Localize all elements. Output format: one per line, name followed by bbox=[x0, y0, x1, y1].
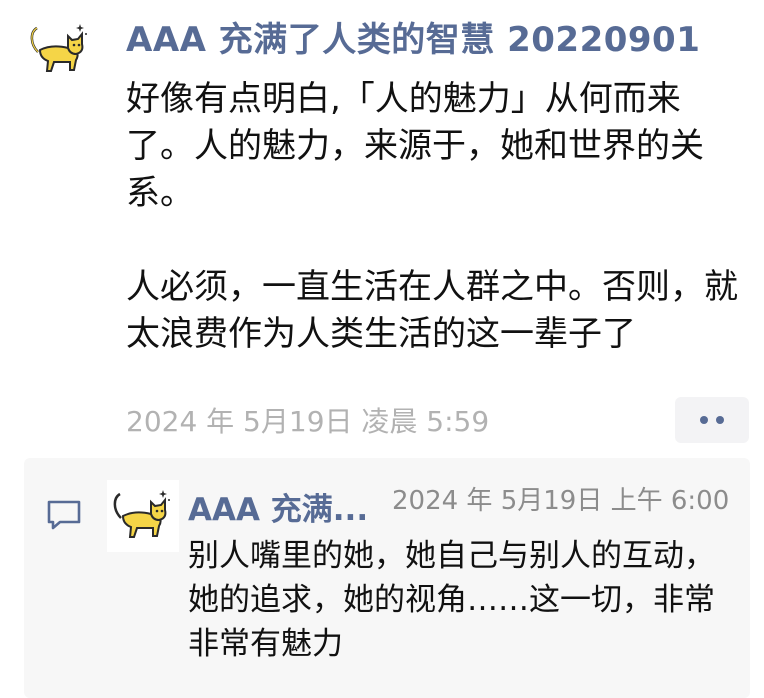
cat-icon bbox=[113, 490, 170, 538]
post-paragraph: 人必须，一直生活在人群之中。否则，就太浪费作为人类生活的这一辈子了 bbox=[126, 267, 738, 354]
author-name[interactable]: AAA 充满了人类的智慧 20220901 bbox=[126, 12, 700, 61]
comment-time: 2024 年 5月19日 上午 6:00 bbox=[392, 486, 730, 516]
moment-post: AAA 充满了人类的智慧 20220901 好像有点明白,「人的魅力」从何而来了… bbox=[0, 0, 764, 698]
post-content: 好像有点明白,「人的魅力」从何而来了。人的魅力，来源于，她和世界的关系。 人必须… bbox=[126, 76, 748, 358]
commenter-name[interactable]: AAA 充满... bbox=[188, 484, 368, 529]
more-dots-icon bbox=[700, 416, 708, 424]
commenter-avatar[interactable] bbox=[107, 480, 179, 552]
post-timestamp: 2024 年 5月19日 凌晨 5:59 bbox=[126, 405, 490, 438]
more-button[interactable] bbox=[675, 397, 749, 443]
cat-icon bbox=[30, 24, 87, 72]
comment-section: AAA 充满... 2024 年 5月19日 上午 6:00 别人嘴里的她，她自… bbox=[24, 458, 750, 698]
more-dots-icon bbox=[716, 416, 724, 424]
author-avatar[interactable] bbox=[24, 14, 96, 86]
post-paragraph: 好像有点明白,「人的魅力」从何而来了。人的魅力，来源于，她和世界的关系。 bbox=[126, 79, 704, 213]
comment-text[interactable]: 别人嘴里的她，她自己与别人的互动，她的追求，她的视角……这一切，非常非常有魅力 bbox=[188, 534, 728, 666]
comment-bubble-icon bbox=[47, 500, 81, 530]
